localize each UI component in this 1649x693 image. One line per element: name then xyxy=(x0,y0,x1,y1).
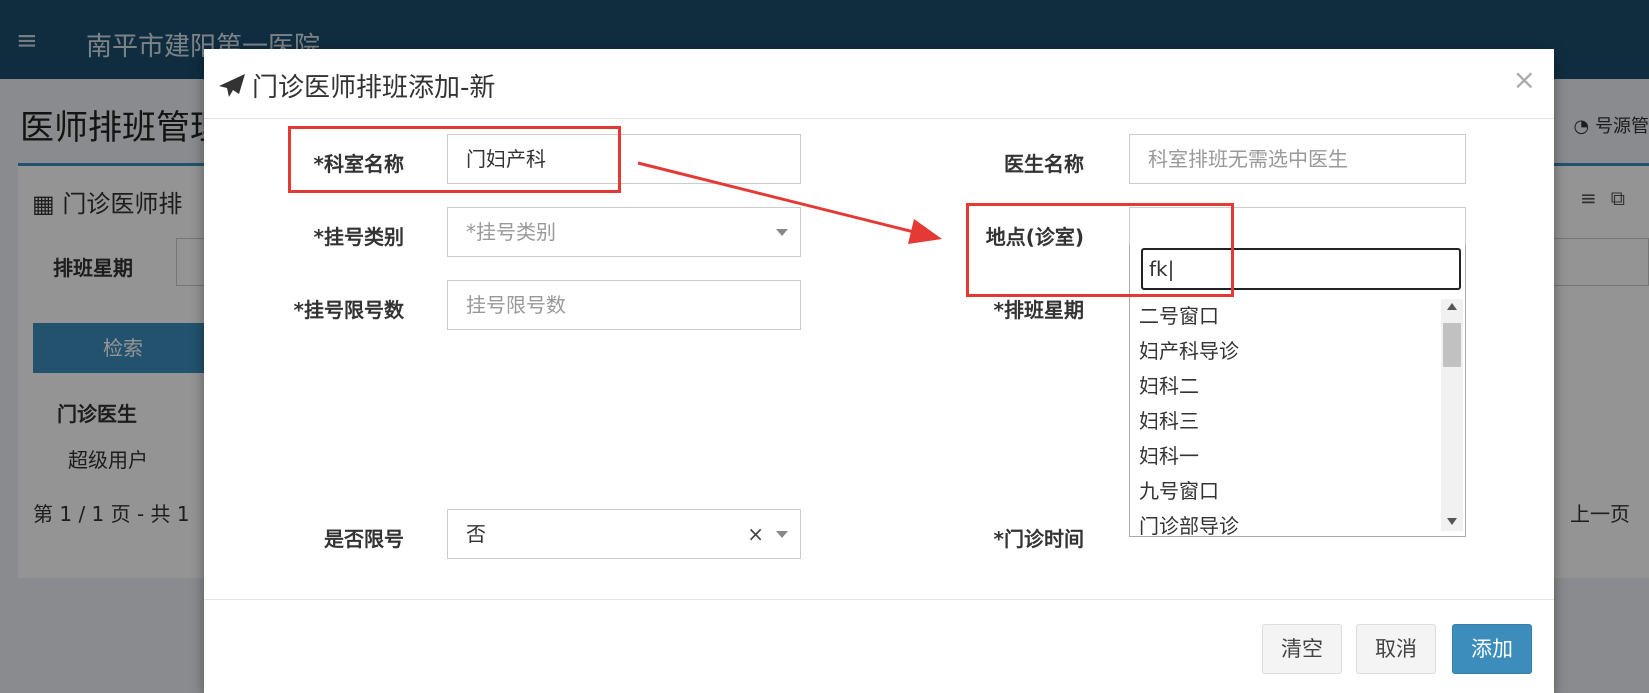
annotation-arrow xyxy=(637,161,942,244)
